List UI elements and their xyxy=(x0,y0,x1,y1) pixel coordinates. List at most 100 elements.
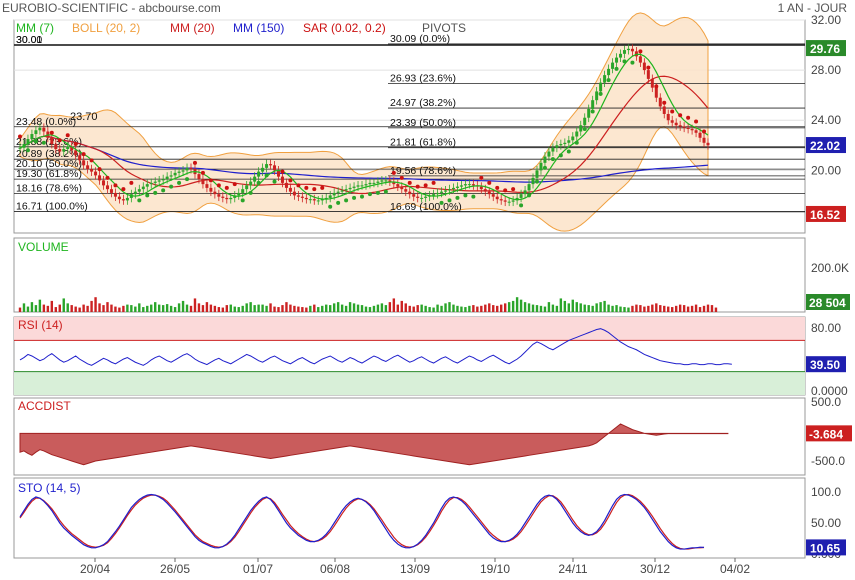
candle-body xyxy=(591,100,595,109)
sar-dot xyxy=(344,198,349,203)
volume-bar xyxy=(50,300,54,312)
candle-body xyxy=(360,185,364,187)
candle-body xyxy=(237,192,241,196)
volume-bar xyxy=(265,305,268,312)
volume-bar xyxy=(440,305,443,312)
volume-bar xyxy=(376,304,380,312)
volume-bar xyxy=(500,304,503,312)
sto-tick: 100.0 xyxy=(811,485,841,499)
volume-bar xyxy=(102,305,105,312)
candle-body xyxy=(626,48,630,51)
sar-dot xyxy=(574,140,579,145)
candle-body xyxy=(487,191,491,195)
candle-body xyxy=(336,191,340,193)
sar-dot xyxy=(527,193,532,198)
volume-bar xyxy=(472,305,475,312)
candle-body xyxy=(451,187,455,190)
candle-body xyxy=(352,186,356,188)
candle-body xyxy=(78,155,82,161)
volume-bar xyxy=(384,305,388,312)
sar-dot xyxy=(375,190,380,195)
volume-bar xyxy=(46,305,50,312)
volume-bar xyxy=(460,306,463,312)
candle-body xyxy=(543,156,547,163)
volume-bar xyxy=(169,305,173,312)
volume-bar xyxy=(62,298,65,312)
volume-bar xyxy=(694,304,698,312)
sar-dot xyxy=(312,187,317,192)
sar-dot xyxy=(288,178,293,183)
sar-dot xyxy=(662,100,667,105)
candle-body xyxy=(280,176,284,183)
volume-bar xyxy=(18,307,22,312)
volume-bar xyxy=(157,304,161,312)
candle-body xyxy=(141,186,145,190)
candle-body xyxy=(432,194,436,196)
volume-bar xyxy=(86,305,89,312)
candle-body xyxy=(531,177,535,185)
candle-body xyxy=(384,180,388,182)
candle-body xyxy=(607,68,611,76)
sar-dot xyxy=(352,195,357,200)
volume-bar xyxy=(400,300,403,312)
volume-bar xyxy=(627,307,630,312)
sar-dot xyxy=(558,153,563,158)
sar-dot xyxy=(694,119,699,124)
candle-body xyxy=(221,196,225,198)
candle-body xyxy=(328,195,332,198)
volume-bar xyxy=(667,306,670,312)
sar-dot xyxy=(447,198,452,203)
volume-bar xyxy=(321,305,324,312)
candle-body xyxy=(261,167,265,172)
candle-body xyxy=(38,127,42,131)
volume-bar xyxy=(74,306,77,312)
x-tick-label: 20/04 xyxy=(80,562,110,576)
sar-dot xyxy=(495,185,500,190)
candle-body xyxy=(189,167,193,170)
volume-bar xyxy=(317,307,320,312)
volume-bar xyxy=(340,304,344,312)
volume-bar xyxy=(615,305,618,312)
volume-bar xyxy=(651,304,654,312)
sar-dot xyxy=(89,158,94,163)
candle-body xyxy=(412,194,416,197)
candle-body xyxy=(86,165,90,170)
volume-bar xyxy=(146,305,149,312)
volume-bar xyxy=(511,300,515,312)
volume-bar xyxy=(698,307,702,312)
rsi-label: RSI (14) xyxy=(18,318,63,332)
volume-bar xyxy=(225,305,228,312)
candle-body xyxy=(102,180,106,186)
volume-bar xyxy=(519,299,523,312)
sar-dot xyxy=(200,170,205,175)
low-price-label: 16.52 xyxy=(810,208,840,222)
candle-body xyxy=(499,199,503,201)
sar-dot xyxy=(399,175,404,180)
sar-dot xyxy=(33,139,38,144)
volume-bar xyxy=(58,304,61,312)
candle-body xyxy=(511,200,515,202)
sar-dot xyxy=(18,134,22,139)
volume-bar xyxy=(197,303,201,312)
candle-body xyxy=(54,144,58,150)
volume-bar xyxy=(635,304,638,312)
volume-bar xyxy=(555,305,559,312)
volume-bar xyxy=(134,306,137,312)
y-tick-label: 20.00 xyxy=(811,163,841,177)
candle-body xyxy=(658,97,662,107)
candle-body xyxy=(563,142,567,145)
volume-bar xyxy=(611,305,614,312)
candle-body xyxy=(149,182,153,185)
candle-body xyxy=(459,185,463,187)
volume-bar xyxy=(22,303,26,312)
volume-bar xyxy=(368,307,372,312)
rsi-oversold-zone xyxy=(14,371,805,395)
candle-body xyxy=(455,186,459,188)
volume-bar xyxy=(110,304,113,312)
volume-bar xyxy=(468,305,471,312)
sar-dot xyxy=(185,177,190,182)
pivot-label-left: 19.30 (61.8%) xyxy=(16,168,82,180)
candle-body xyxy=(173,172,177,176)
sar-dot xyxy=(57,138,62,143)
volume-bar xyxy=(714,307,718,312)
